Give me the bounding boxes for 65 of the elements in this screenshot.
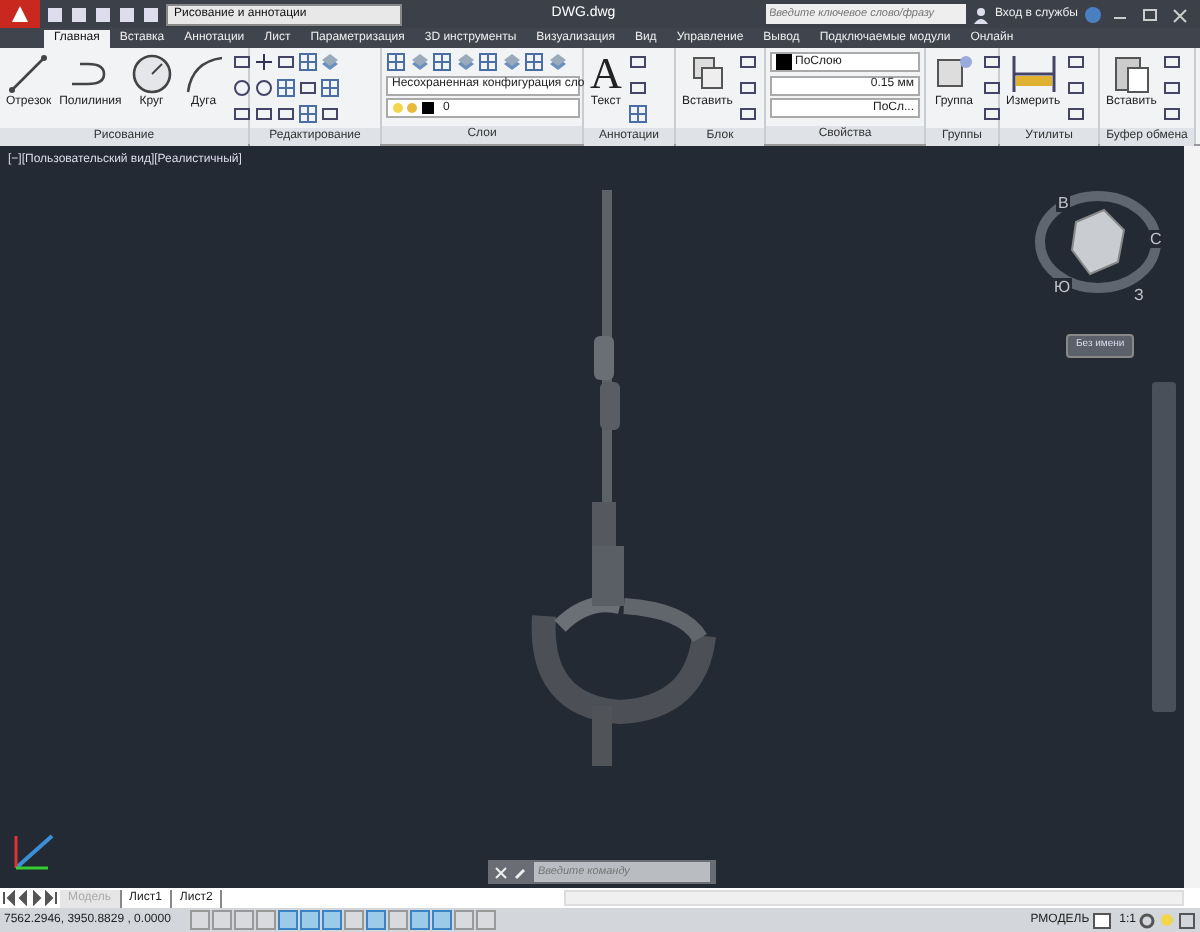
rectangle-icon[interactable] [231,104,252,124]
swatch-icon [776,54,792,70]
rectangle-icon[interactable] [1066,104,1087,124]
person-icon [971,5,989,23]
grid-icon[interactable] [478,52,498,72]
compass-letter[interactable]: В [1056,194,1071,212]
status-toggle-button[interactable] [454,910,474,930]
clipboard-icon [1109,52,1154,96]
help-icon[interactable] [1084,5,1102,23]
status-toggle-button[interactable] [212,910,232,930]
status-toggle-button[interactable] [410,910,430,930]
viewport-icon[interactable] [1091,911,1112,929]
status-toggle-button[interactable] [190,910,210,930]
close-icon[interactable] [494,865,508,879]
rectangle-icon[interactable] [738,78,759,98]
rectangle-icon[interactable] [627,52,648,72]
circle-icon[interactable] [254,78,274,98]
layers-icon[interactable] [409,52,429,72]
rectangle-icon[interactable] [1162,52,1183,72]
ruler-icon [1011,52,1056,96]
status-toggle-button[interactable] [322,910,342,930]
line-icon [6,52,51,96]
rectangle-icon[interactable] [738,104,759,124]
circle-icon [129,52,174,96]
rectangle-icon[interactable] [1066,52,1087,72]
circle-icon[interactable] [231,78,252,98]
rectangle-icon[interactable] [627,78,648,98]
app-logo[interactable] [0,0,40,28]
rectangle-icon[interactable] [231,52,252,72]
layers-icon[interactable] [455,52,475,72]
status-toggle-button[interactable] [256,910,276,930]
status-toggle-button[interactable] [300,910,320,930]
status-toggle-button[interactable] [476,910,496,930]
rectangle-icon[interactable] [738,52,759,72]
layers-icon[interactable] [501,52,521,72]
rectangle-icon[interactable] [1162,104,1183,124]
compass-letter[interactable]: С [1148,230,1164,248]
status-toggle-button[interactable] [388,910,408,930]
close-icon[interactable] [1168,5,1192,23]
move-arrows-icon[interactable] [254,52,274,72]
grid-icon[interactable] [432,52,452,72]
status-toggle-button[interactable] [234,910,254,930]
status-toggle-button[interactable] [344,910,364,930]
letter-icon: A [590,52,622,96]
status-toggle-button[interactable] [432,910,452,930]
fullscreen-icon[interactable] [1178,911,1196,929]
grid-icon[interactable] [298,104,318,124]
rectangle-icon[interactable] [1066,78,1087,98]
grid-icon[interactable] [298,52,318,72]
tab-navigation-icon[interactable] [0,890,60,906]
grid-icon[interactable] [276,78,296,98]
grid-icon[interactable] [386,52,406,72]
grid-icon[interactable] [627,104,648,124]
status-toggle-button[interactable] [278,910,298,930]
compass-letter[interactable]: З [1132,286,1146,304]
rectangle-icon[interactable] [1162,78,1183,98]
layer-state-icon [392,100,440,116]
grid-icon[interactable] [524,52,544,72]
maximize-icon[interactable] [1138,5,1162,23]
arc-icon [181,52,226,96]
grid-icon[interactable] [320,78,340,98]
status-toggle-button[interactable] [366,910,386,930]
layers-icon[interactable] [547,52,567,72]
compass-letter[interactable]: Ю [1052,278,1073,296]
triangle-logo-icon [10,4,30,24]
